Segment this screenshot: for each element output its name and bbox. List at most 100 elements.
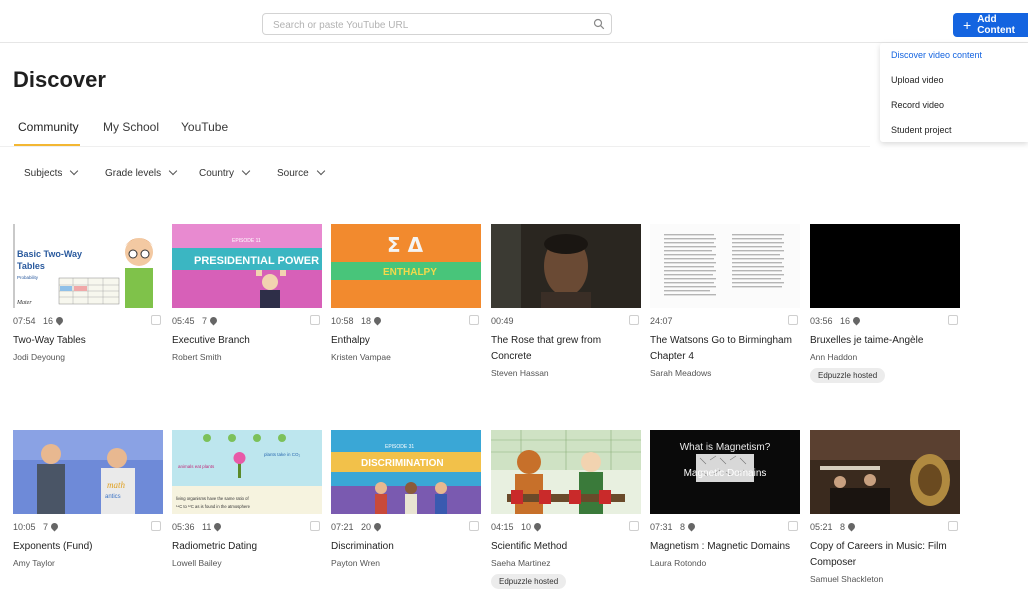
video-thumbnail[interactable]: Basic Two-Way Tables Probability Mater bbox=[13, 224, 163, 308]
filter-grade-levels[interactable]: Grade levels bbox=[105, 166, 178, 179]
filter-subjects[interactable]: Subjects bbox=[24, 166, 79, 179]
video-title[interactable]: Scientific Method bbox=[491, 539, 641, 555]
tabs-divider bbox=[0, 146, 870, 147]
video-thumbnail[interactable]: What is Magnetism? Magnetic Domains bbox=[650, 430, 800, 514]
video-author: Sarah Meadows bbox=[650, 368, 712, 378]
video-meta: 00:49 bbox=[491, 314, 641, 332]
video-author: Saeha Martinez bbox=[491, 558, 551, 568]
video-author: Jodi Deyoung bbox=[13, 352, 65, 362]
video-title[interactable]: Two-Way Tables bbox=[13, 333, 163, 349]
video-card[interactable]: Basic Two-Way Tables Probability Mater 0… bbox=[13, 224, 163, 362]
tab-community[interactable]: Community bbox=[18, 120, 79, 134]
menu-item-student-project[interactable]: Student project bbox=[880, 118, 1028, 143]
video-card[interactable]: math antics 10:05 7 Exponents (Fund) Amy… bbox=[13, 430, 163, 568]
video-card[interactable]: 03:56 16 Bruxelles je taime-Angèle Ann H… bbox=[810, 224, 960, 383]
thumb-episode: EPISODE 11 bbox=[232, 238, 261, 244]
question-icon bbox=[846, 521, 857, 532]
video-title[interactable]: Enthalpy bbox=[331, 333, 481, 349]
select-checkbox[interactable] bbox=[310, 315, 320, 325]
add-content-button[interactable]: + Add Content bbox=[953, 13, 1028, 37]
thumb-text-2: plants take in CO₂ bbox=[264, 452, 301, 457]
video-meta: 24:07 bbox=[650, 314, 800, 332]
select-checkbox[interactable] bbox=[788, 315, 798, 325]
video-card[interactable]: Σ Δ ENTHALPY 10:58 18 Enthalpy Kristen V… bbox=[331, 224, 481, 362]
video-title[interactable]: Exponents (Fund) bbox=[13, 539, 163, 555]
video-duration: 05:36 bbox=[172, 522, 195, 532]
video-card[interactable]: 00:49 The Rose that grew from Concrete S… bbox=[491, 224, 641, 378]
video-author: Kristen Vampae bbox=[331, 352, 391, 362]
thumb-symbols: Σ Δ bbox=[387, 233, 424, 257]
video-thumbnail[interactable] bbox=[491, 224, 641, 308]
video-thumbnail[interactable] bbox=[810, 224, 960, 308]
filter-source[interactable]: Source bbox=[277, 166, 325, 179]
thumb-line-2: Magnetic Domains bbox=[684, 468, 767, 479]
question-count: 8 bbox=[840, 521, 857, 532]
video-title[interactable]: Discrimination bbox=[331, 539, 481, 555]
tab-my-school[interactable]: My School bbox=[103, 120, 159, 134]
menu-item-discover[interactable]: Discover video content bbox=[880, 43, 1028, 68]
question-count: 7 bbox=[43, 521, 60, 532]
chevron-down-icon bbox=[70, 166, 79, 176]
filter-label: Source bbox=[277, 168, 309, 179]
video-card[interactable]: animals eat plants plants take in CO₂ li… bbox=[172, 430, 322, 568]
video-thumbnail[interactable]: Σ Δ ENTHALPY bbox=[331, 224, 481, 308]
question-icon bbox=[212, 521, 223, 532]
select-checkbox[interactable] bbox=[788, 521, 798, 531]
svg-text:Mater: Mater bbox=[16, 300, 32, 306]
video-card[interactable]: 04:15 10 Scientific Method Saeha Martine… bbox=[491, 430, 641, 589]
thumb-title: PRESIDENTIAL POWER bbox=[194, 255, 319, 267]
video-thumbnail[interactable] bbox=[810, 430, 960, 514]
video-title[interactable]: The Watsons Go to Birmingham Chapter 4 bbox=[650, 333, 800, 365]
video-title[interactable]: Bruxelles je taime-Angèle bbox=[810, 333, 960, 349]
menu-item-upload[interactable]: Upload video bbox=[880, 68, 1028, 93]
video-title[interactable]: Executive Branch bbox=[172, 333, 322, 349]
video-thumbnail[interactable]: EPISODE 11 PRESIDENTIAL POWER bbox=[172, 224, 322, 308]
video-meta: 07:31 8 bbox=[650, 520, 800, 538]
video-card[interactable]: What is Magnetism? Magnetic Domains 07:3… bbox=[650, 430, 800, 568]
video-thumbnail[interactable]: EPISODE 31 DISCRIMINATION bbox=[331, 430, 481, 514]
tab-youtube[interactable]: YouTube bbox=[181, 120, 228, 134]
thumb-text-1: animals eat plants bbox=[178, 464, 215, 469]
video-thumbnail[interactable]: animals eat plants plants take in CO₂ li… bbox=[172, 430, 322, 514]
video-author: Steven Hassan bbox=[491, 368, 549, 378]
video-duration: 00:49 bbox=[491, 316, 514, 326]
video-thumbnail[interactable] bbox=[491, 430, 641, 514]
search-icon[interactable] bbox=[593, 18, 605, 30]
thumb-subtitle: Probability bbox=[17, 275, 39, 280]
select-checkbox[interactable] bbox=[948, 315, 958, 325]
video-author: Amy Taylor bbox=[13, 558, 55, 568]
select-checkbox[interactable] bbox=[629, 521, 639, 531]
select-checkbox[interactable] bbox=[469, 521, 479, 531]
filter-label: Grade levels bbox=[105, 168, 162, 179]
select-checkbox[interactable] bbox=[948, 521, 958, 531]
video-card[interactable]: EPISODE 31 DISCRIMINATION 07:21 20 Discr… bbox=[331, 430, 481, 568]
video-meta: 10:58 18 bbox=[331, 314, 481, 332]
video-card[interactable]: 24:07 The Watsons Go to Birmingham Chapt… bbox=[650, 224, 800, 378]
video-card[interactable]: EPISODE 11 PRESIDENTIAL POWER 05:45 7 Ex… bbox=[172, 224, 322, 362]
video-title[interactable]: Magnetism : Magnetic Domains bbox=[650, 539, 800, 555]
video-title[interactable]: The Rose that grew from Concrete bbox=[491, 333, 641, 365]
video-card[interactable]: 05:21 8 Copy of Careers in Music: Film C… bbox=[810, 430, 960, 584]
search-input[interactable] bbox=[271, 14, 575, 36]
video-meta: 05:36 11 bbox=[172, 520, 322, 538]
video-title[interactable]: Radiometric Dating bbox=[172, 539, 322, 555]
select-checkbox[interactable] bbox=[151, 521, 161, 531]
filter-country[interactable]: Country bbox=[199, 166, 251, 179]
video-title[interactable]: Copy of Careers in Music: Film Composer bbox=[810, 539, 960, 571]
select-checkbox[interactable] bbox=[629, 315, 639, 325]
hosted-badge: Edpuzzle hosted bbox=[491, 574, 567, 589]
select-checkbox[interactable] bbox=[310, 521, 320, 531]
video-author: Lowell Bailey bbox=[172, 558, 222, 568]
menu-item-record[interactable]: Record video bbox=[880, 93, 1028, 118]
page-title: Discover bbox=[13, 67, 106, 92]
question-icon bbox=[49, 521, 60, 532]
search-box[interactable] bbox=[262, 13, 612, 36]
video-thumbnail[interactable] bbox=[650, 224, 800, 308]
question-count: 16 bbox=[840, 315, 862, 326]
video-meta: 05:21 8 bbox=[810, 520, 960, 538]
thumb-line-1: What is Magnetism? bbox=[680, 442, 771, 453]
select-checkbox[interactable] bbox=[469, 315, 479, 325]
question-icon bbox=[372, 315, 383, 326]
select-checkbox[interactable] bbox=[151, 315, 161, 325]
video-thumbnail[interactable]: math antics bbox=[13, 430, 163, 514]
